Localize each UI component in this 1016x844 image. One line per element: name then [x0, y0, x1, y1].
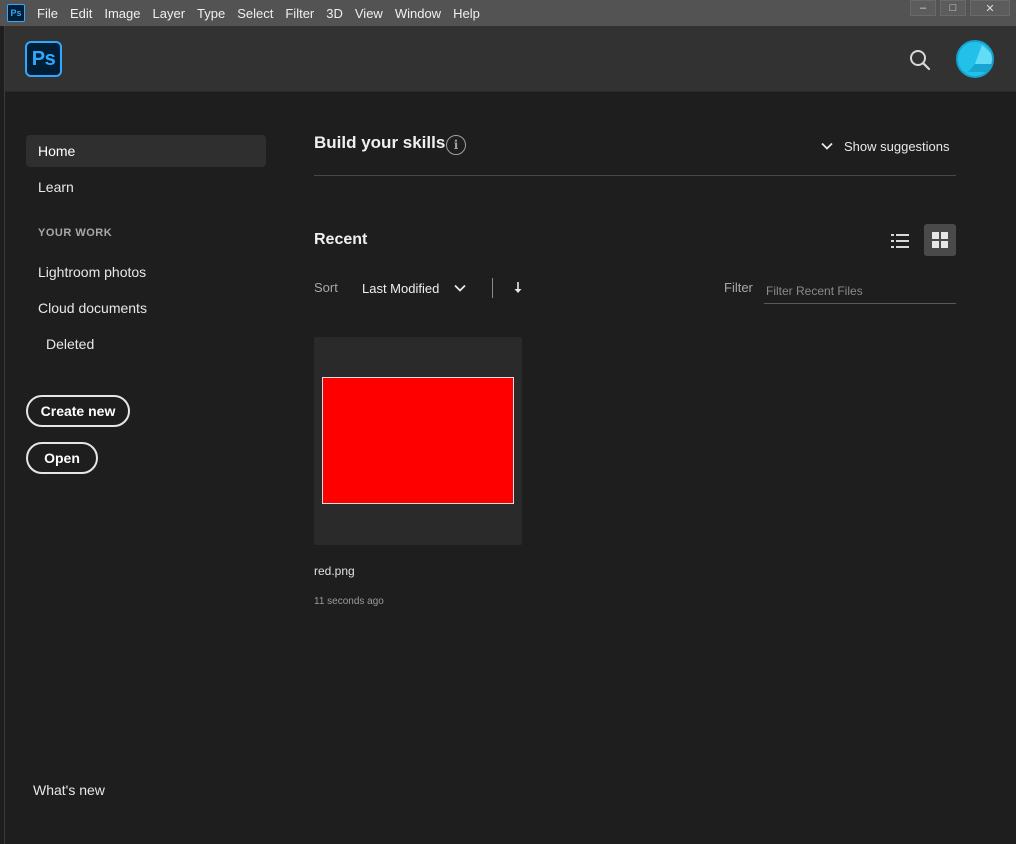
recent-file-card[interactable]: [314, 337, 522, 545]
sidebar-item-deleted[interactable]: Deleted: [46, 333, 94, 355]
recent-heading: Recent: [314, 231, 368, 248]
user-avatar[interactable]: [956, 40, 994, 78]
menu-window[interactable]: Window: [389, 0, 447, 26]
menu-edit[interactable]: Edit: [64, 0, 98, 26]
menu-help[interactable]: Help: [447, 0, 486, 26]
build-skills-heading: Build your skills: [314, 133, 446, 152]
maximize-button[interactable]: □: [940, 0, 966, 16]
menu-3d[interactable]: 3D: [320, 0, 349, 26]
chevron-down-icon: [454, 284, 466, 292]
show-suggestions-label: Show suggestions: [844, 138, 950, 154]
menu-filter[interactable]: Filter: [279, 0, 320, 26]
info-icon[interactable]: i: [446, 135, 466, 155]
filter-label: Filter: [724, 280, 753, 295]
menu-type[interactable]: Type: [191, 0, 231, 26]
close-button[interactable]: ✕: [970, 0, 1010, 16]
home-header: Ps: [5, 26, 1016, 92]
window-controls: – □ ✕: [906, 0, 1010, 18]
sidebar-item-learn[interactable]: Learn: [38, 176, 74, 198]
filter-recent-files-input[interactable]: [764, 278, 956, 304]
home-screen: Ps Home Learn YOUR WORK Lightroom photos…: [4, 26, 1016, 844]
arrow-down-icon[interactable]: [511, 280, 525, 296]
app-icon[interactable]: Ps: [7, 4, 25, 22]
open-button[interactable]: Open: [26, 442, 98, 474]
file-modified-time: 11 seconds ago: [314, 596, 384, 607]
whats-new-link[interactable]: What's new: [33, 782, 105, 798]
sidebar-item-cloud-documents[interactable]: Cloud documents: [38, 297, 147, 319]
grid-view-icon[interactable]: [924, 224, 956, 256]
sidebar-item-lightroom-photos[interactable]: Lightroom photos: [38, 261, 146, 283]
sort-label: Sort: [314, 280, 338, 295]
menu-image[interactable]: Image: [98, 0, 146, 26]
menu-bar: Ps File Edit Image Layer Type Select Fil…: [0, 0, 1016, 26]
section-divider: [314, 175, 956, 176]
show-suggestions-toggle[interactable]: Show suggestions: [820, 136, 950, 156]
photoshop-logo: Ps: [25, 41, 62, 77]
chevron-down-icon: [821, 142, 833, 150]
sort-separator: [492, 278, 493, 298]
your-work-heading: YOUR WORK: [38, 227, 113, 239]
create-new-button[interactable]: Create new: [26, 395, 130, 427]
menu-items: File Edit Image Layer Type Select Filter…: [31, 0, 486, 26]
search-icon[interactable]: [908, 48, 932, 72]
sidebar-item-home[interactable]: Home: [26, 135, 266, 167]
minimize-button[interactable]: –: [910, 0, 936, 16]
menu-select[interactable]: Select: [231, 0, 279, 26]
menu-file[interactable]: File: [31, 0, 64, 26]
sort-value: Last Modified: [362, 280, 440, 296]
file-name[interactable]: red.png: [314, 564, 355, 578]
sort-dropdown[interactable]: Last Modified: [362, 278, 467, 298]
list-view-icon[interactable]: [884, 225, 916, 257]
menu-layer[interactable]: Layer: [147, 0, 192, 26]
file-thumbnail: [322, 377, 514, 504]
menu-view[interactable]: View: [349, 0, 389, 26]
